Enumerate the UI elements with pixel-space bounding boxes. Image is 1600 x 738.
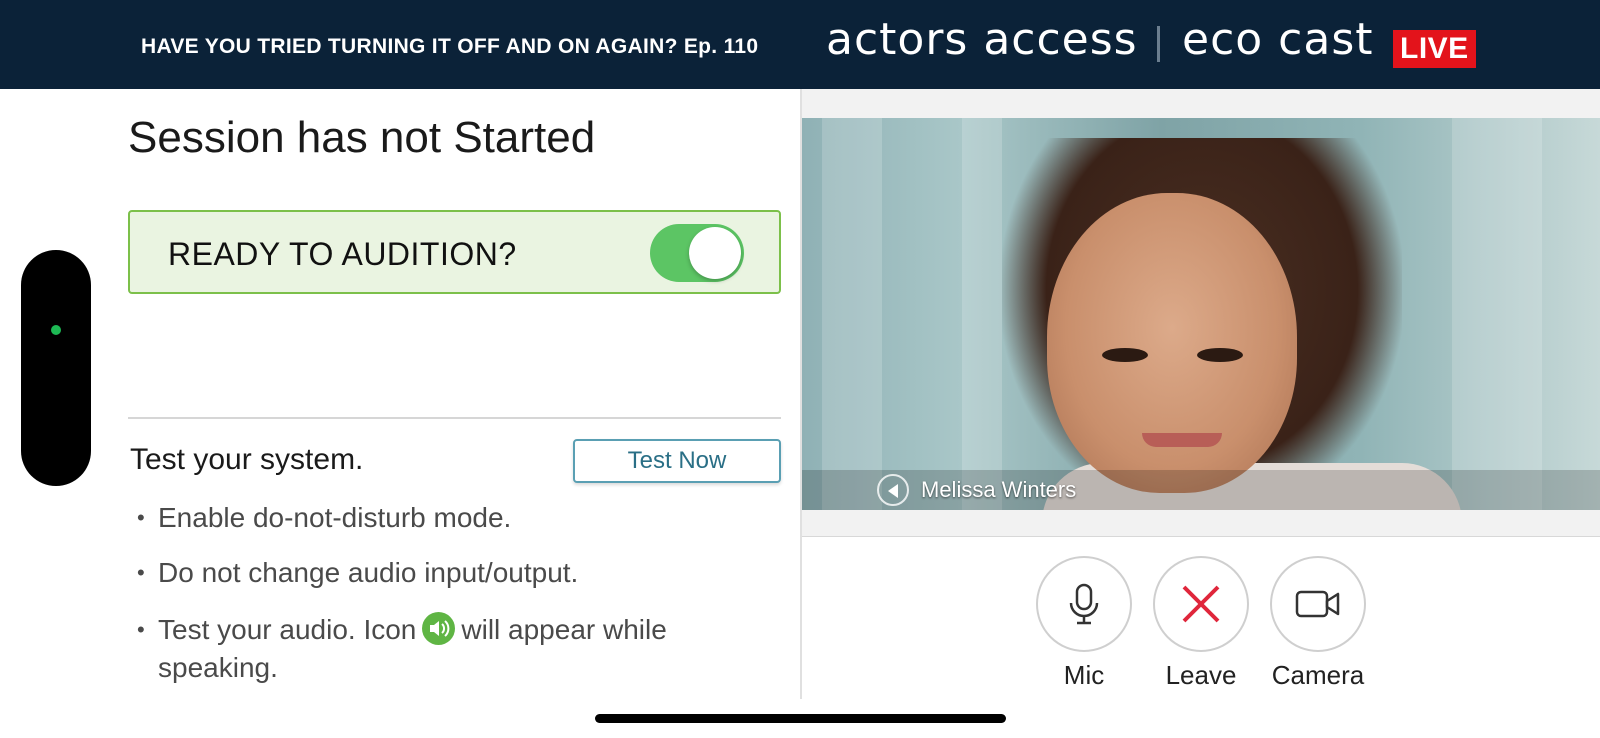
instruction-text: Do not change audio input/output.	[158, 557, 579, 588]
actors-access-logo: actors access	[826, 14, 1138, 65]
instruction-text: Enable do-not-disturb mode.	[158, 502, 512, 533]
background-blur	[822, 118, 882, 510]
camera-button[interactable]	[1270, 556, 1366, 652]
participant-name: Melissa Winters	[921, 477, 1077, 502]
session-status-title: Session has not Started	[128, 113, 596, 162]
speaker-icon	[422, 612, 456, 645]
close-icon	[1182, 585, 1220, 623]
leave-label: Leave	[1165, 660, 1237, 690]
list-item: Do not change audio input/output.	[137, 554, 578, 592]
brand-separator	[1157, 26, 1160, 62]
list-item: Enable do-not-disturb mode.	[137, 499, 511, 537]
camera-control: Camera	[1270, 556, 1366, 691]
eco-cast-logo: eco cast	[1182, 14, 1374, 65]
session-panel: Session has not Started READY TO AUDITIO…	[0, 89, 800, 699]
participant-caption: Melissa Winters	[877, 474, 1077, 506]
test-now-button[interactable]: Test Now	[573, 439, 781, 483]
ready-to-audition-label: READY TO AUDITION?	[168, 236, 517, 272]
video-panel: Melissa Winters	[802, 89, 1600, 537]
section-divider	[128, 417, 781, 419]
background-blur	[962, 118, 1002, 510]
home-indicator[interactable]	[595, 714, 1006, 723]
mic-label: Mic	[1063, 660, 1105, 690]
mouth	[1142, 433, 1222, 447]
camera-label: Camera	[1271, 660, 1365, 690]
background-blur	[1452, 118, 1542, 510]
instruction-text: Test your audio. Icon	[158, 614, 417, 645]
live-badge: LIVE	[1393, 30, 1476, 68]
test-system-title: Test your system.	[130, 443, 364, 476]
mic-button[interactable]	[1036, 556, 1132, 652]
participant-video: Melissa Winters	[802, 118, 1600, 510]
eye-left	[1102, 348, 1148, 362]
ready-toggle[interactable]	[650, 224, 744, 282]
microphone-icon	[1069, 583, 1099, 625]
volume-icon	[877, 474, 909, 506]
video-camera-icon	[1295, 590, 1340, 618]
leave-control: Leave	[1153, 556, 1249, 691]
mic-control: Mic	[1036, 556, 1132, 691]
top-banner: HAVE YOU TRIED TURNING IT OFF AND ON AGA…	[0, 0, 1600, 89]
ready-to-audition-panel: READY TO AUDITION?	[128, 210, 781, 294]
leave-button[interactable]	[1153, 556, 1249, 652]
participant-face	[1047, 193, 1297, 493]
list-item: Test your audio. Iconwill appear while s…	[137, 611, 697, 687]
episode-title: HAVE YOU TRIED TURNING IT OFF AND ON AGA…	[141, 35, 759, 58]
eye-right	[1197, 348, 1243, 362]
toggle-knob	[689, 227, 741, 279]
